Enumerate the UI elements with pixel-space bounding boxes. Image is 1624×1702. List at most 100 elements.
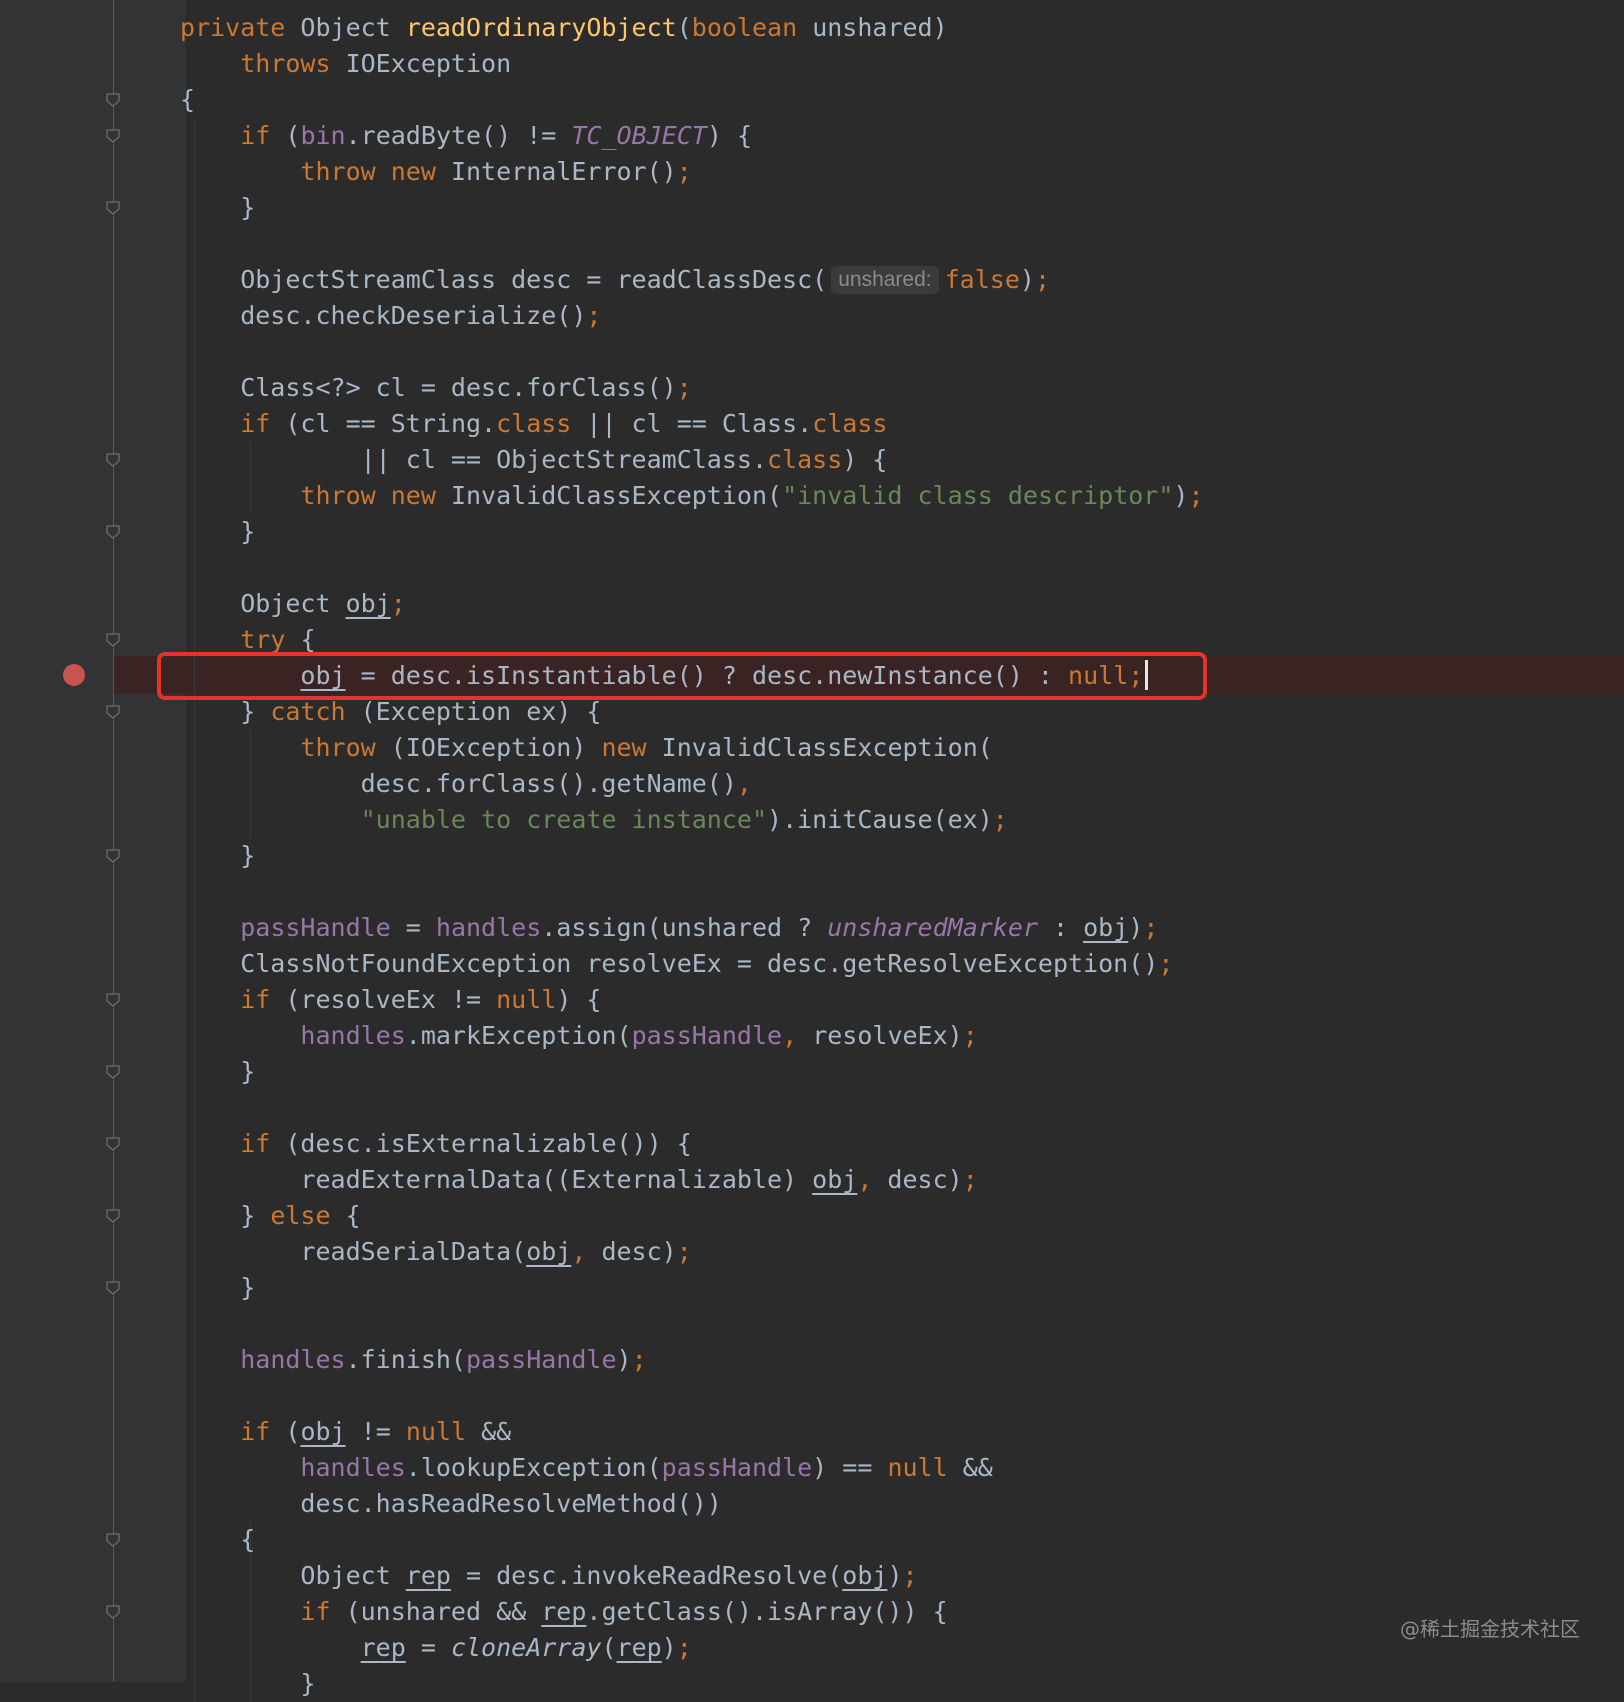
code-line[interactable]: }: [180, 1270, 1204, 1306]
code-line[interactable]: }: [180, 838, 1204, 874]
code-token: desc): [887, 1165, 963, 1194]
code-line[interactable]: desc.forClass().getName(),: [180, 766, 1204, 802]
code-token: }: [180, 1057, 256, 1086]
code-token: ): [1173, 481, 1189, 510]
code-line[interactable]: if (obj != null &&: [180, 1414, 1204, 1450]
fold-marker-icon[interactable]: [106, 1605, 120, 1619]
code-line[interactable]: [180, 1090, 1204, 1126]
code-line[interactable]: "unable to create instance").initCause(e…: [180, 802, 1204, 838]
code-token: "unable to create instance": [360, 805, 768, 834]
code-line[interactable]: desc.hasReadResolveMethod()): [180, 1486, 1204, 1522]
fold-marker-icon[interactable]: [106, 993, 120, 1007]
code-line[interactable]: }: [180, 190, 1204, 226]
code-line[interactable]: }: [180, 1666, 1204, 1702]
code-line[interactable]: readSerialData(obj, desc);: [180, 1234, 1204, 1270]
code-line[interactable]: throws IOException: [180, 46, 1204, 82]
code-token: }: [180, 1201, 271, 1230]
code-token: obj: [1083, 913, 1129, 942]
fold-marker-icon[interactable]: [106, 849, 120, 863]
fold-marker-icon[interactable]: [106, 633, 120, 647]
code-line[interactable]: Class<?> cl = desc.forClass();: [180, 370, 1204, 406]
code-token: InvalidClassException(: [661, 733, 993, 762]
code-line[interactable]: [180, 1378, 1204, 1414]
fold-marker-icon[interactable]: [106, 129, 120, 143]
code-token: =: [390, 913, 436, 942]
code-line[interactable]: if (desc.isExternalizable()) {: [180, 1126, 1204, 1162]
code-token: }: [180, 841, 256, 870]
code-line[interactable]: {: [180, 82, 1204, 118]
code-line[interactable]: [180, 334, 1204, 370]
code-line[interactable]: }: [180, 514, 1204, 550]
code-line[interactable]: handles.lookupException(passHandle) == n…: [180, 1450, 1204, 1486]
code-token: if: [240, 409, 286, 438]
code-line[interactable]: }: [180, 1054, 1204, 1090]
fold-marker-icon[interactable]: [106, 705, 120, 719]
code-token: ): [887, 1561, 903, 1590]
code-line[interactable]: passHandle = handles.assign(unshared ? u…: [180, 910, 1204, 946]
code-line[interactable]: private Object readOrdinaryObject(boolea…: [180, 10, 1204, 46]
fold-marker-icon[interactable]: [106, 201, 120, 215]
code-line[interactable]: } else {: [180, 1198, 1204, 1234]
code-token: TC_OBJECT: [571, 121, 707, 150]
code-token: ,: [782, 1021, 813, 1050]
code-line[interactable]: [180, 1306, 1204, 1342]
code-token: else: [270, 1201, 346, 1230]
code-line[interactable]: ClassNotFoundException resolveEx = desc.…: [180, 946, 1204, 982]
fold-marker-icon[interactable]: [106, 1281, 120, 1295]
code-editor[interactable]: private Object readOrdinaryObject(boolea…: [0, 0, 1624, 1702]
code-token: if: [300, 1597, 346, 1626]
code-line[interactable]: desc.checkDeserialize();: [180, 298, 1204, 334]
code-line[interactable]: handles.markException(passHandle, resolv…: [180, 1018, 1204, 1054]
code-line[interactable]: || cl == ObjectStreamClass.class) {: [180, 442, 1204, 478]
breakpoint-icon[interactable]: [63, 664, 85, 686]
fold-marker-icon[interactable]: [106, 1137, 120, 1151]
code-token: passHandle: [240, 913, 391, 942]
fold-marker-icon[interactable]: [106, 1065, 120, 1079]
editor-gutter[interactable]: [0, 0, 186, 1682]
code-token: throw: [300, 733, 391, 762]
code-line[interactable]: if (unshared && rep.getClass().isArray()…: [180, 1594, 1204, 1630]
code-line[interactable]: Object obj;: [180, 586, 1204, 622]
code-token: }: [180, 193, 256, 222]
code-token: ;: [1143, 913, 1159, 942]
code-line[interactable]: [180, 226, 1204, 262]
code-token: }: [180, 1273, 256, 1302]
code-token: throw new: [300, 481, 451, 510]
code-token: try: [240, 625, 301, 654]
code-token: ;: [1188, 481, 1204, 510]
fold-marker-icon[interactable]: [106, 93, 120, 107]
code-token: handles: [300, 1453, 406, 1482]
code-line[interactable]: throw (IOException) new InvalidClassExce…: [180, 730, 1204, 766]
code-line[interactable]: if (bin.readByte() != TC_OBJECT) {: [180, 118, 1204, 154]
code-line[interactable]: Object rep = desc.invokeReadResolve(obj)…: [180, 1558, 1204, 1594]
code-line[interactable]: [180, 550, 1204, 586]
code-token: null: [887, 1453, 963, 1482]
code-line[interactable]: [180, 874, 1204, 910]
code-line[interactable]: if (resolveEx != null) {: [180, 982, 1204, 1018]
code-line[interactable]: if (cl == String.class || cl == Class.cl…: [180, 406, 1204, 442]
code-token: (Exception ex) {: [360, 697, 602, 726]
code-token: ;: [390, 589, 406, 618]
code-token: {: [345, 1201, 361, 1230]
code-line[interactable]: ObjectStreamClass desc = readClassDesc(u…: [180, 262, 1204, 298]
code-token: (unshared &&: [345, 1597, 542, 1626]
code-token: .getClass().isArray()) {: [586, 1597, 948, 1626]
code-line[interactable]: readExternalData((Externalizable) obj, d…: [180, 1162, 1204, 1198]
code-token: ;: [902, 1561, 918, 1590]
fold-marker-icon[interactable]: [106, 453, 120, 467]
code-line[interactable]: handles.finish(passHandle);: [180, 1342, 1204, 1378]
code-line[interactable]: throw new InternalError();: [180, 154, 1204, 190]
code-line[interactable]: throw new InvalidClassException("invalid…: [180, 478, 1204, 514]
code-line[interactable]: {: [180, 1522, 1204, 1558]
code-area[interactable]: private Object readOrdinaryObject(boolea…: [180, 10, 1204, 1702]
fold-marker-icon[interactable]: [106, 1209, 120, 1223]
fold-marker-icon[interactable]: [106, 1533, 120, 1547]
code-line[interactable]: rep = cloneArray(rep);: [180, 1630, 1204, 1666]
fold-marker-icon[interactable]: [106, 525, 120, 539]
